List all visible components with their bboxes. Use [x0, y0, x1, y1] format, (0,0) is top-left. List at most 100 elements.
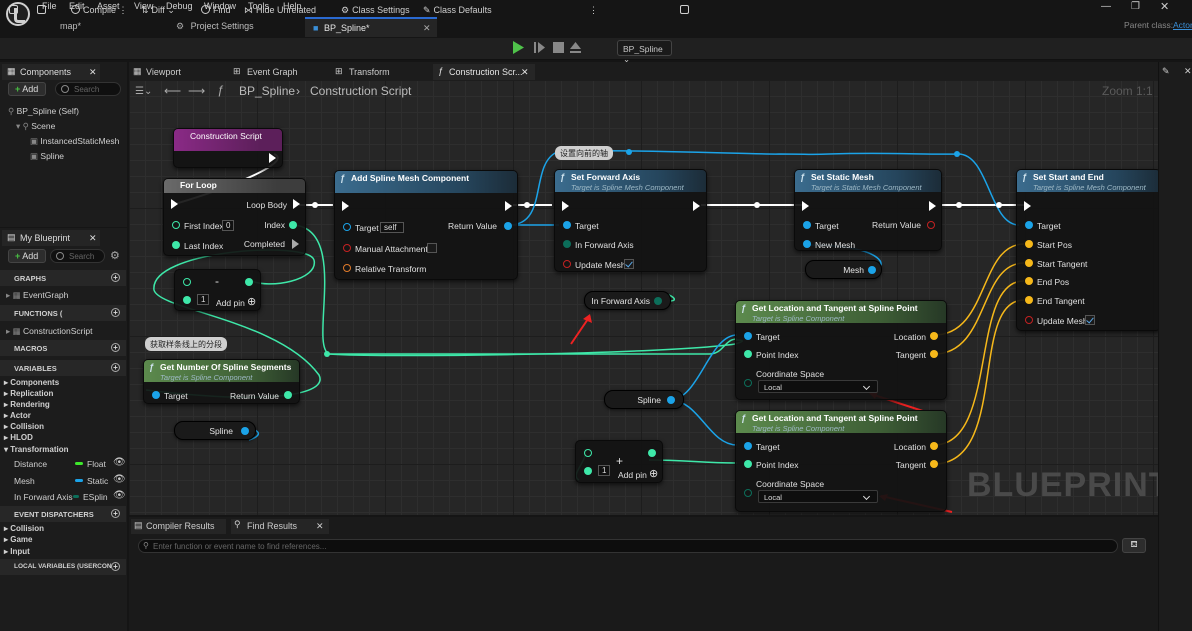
- var-node-mesh[interactable]: Mesh: [805, 260, 882, 279]
- breadcrumb-root[interactable]: BP_Spline: [239, 84, 295, 98]
- add-local-variable-icon[interactable]: +: [111, 562, 120, 571]
- loop-body-pin[interactable]: [293, 199, 300, 209]
- section-graphs[interactable]: GRAPHS +: [0, 270, 126, 286]
- tree-item-self[interactable]: ⚲ BP_Spline (Self): [8, 106, 79, 117]
- comment-get-segments[interactable]: 获取样条线上的分段: [145, 337, 227, 351]
- details-close-icon[interactable]: ✕: [1184, 66, 1192, 77]
- back-arrow-icon[interactable]: ⟵: [164, 84, 181, 98]
- node-add-2[interactable]: + 1 Add pin ⊕: [575, 440, 663, 483]
- in-forward-axis-out-pin[interactable]: [654, 297, 662, 305]
- tree-item-spline[interactable]: ▣ Spline: [30, 151, 64, 162]
- add-a-pin[interactable]: [183, 278, 191, 286]
- add-graph-icon[interactable]: +: [111, 273, 120, 282]
- details-pencil-icon[interactable]: ✎: [1162, 66, 1170, 77]
- eject-icon[interactable]: [568, 40, 583, 55]
- spline-out-pin[interactable]: [667, 396, 675, 404]
- location-pin[interactable]: [930, 332, 938, 340]
- add-out-pin[interactable]: [245, 278, 253, 286]
- add-b-pin[interactable]: [584, 467, 592, 475]
- tab-my-blueprint[interactable]: ▤ My Blueprint ✕: [2, 230, 100, 246]
- exec-out-pin[interactable]: [693, 201, 700, 211]
- dispatcher-category-game[interactable]: ▸ Game: [4, 535, 32, 544]
- tab-bp-spline[interactable]: ■ BP_Spline* ✕: [305, 17, 437, 37]
- graph-item-event-graph[interactable]: ▸ ▦ EventGraph: [6, 290, 68, 301]
- point-index-pin[interactable]: [744, 350, 752, 358]
- end-tangent-pin[interactable]: [1025, 296, 1033, 304]
- restore-icon[interactable]: ❐: [1131, 1, 1140, 12]
- tangent-pin[interactable]: [930, 460, 938, 468]
- target-pin[interactable]: [744, 442, 752, 450]
- last-index-pin[interactable]: [172, 241, 180, 249]
- find-references-input[interactable]: ⚲ Enter function or event name to find re…: [138, 539, 1118, 553]
- debug-object-select[interactable]: BP_Spline ⌄: [617, 40, 672, 64]
- target-pin[interactable]: [343, 223, 351, 231]
- spline-out-pin[interactable]: [241, 427, 249, 435]
- add-out-pin[interactable]: [648, 449, 656, 457]
- tab-map[interactable]: map*: [40, 17, 160, 37]
- tab-transform[interactable]: ⊞ Transform: [333, 64, 423, 80]
- add-variable-icon[interactable]: +: [111, 363, 120, 372]
- diff-button[interactable]: ⇅ Diff ⌄: [141, 5, 175, 16]
- add-member-button[interactable]: + Add: [8, 249, 46, 263]
- tab-compiler-results[interactable]: ▤ Compiler Results: [131, 519, 226, 534]
- target-pin[interactable]: [803, 221, 811, 229]
- exec-in-pin[interactable]: [1024, 201, 1031, 211]
- var-node-spline-1[interactable]: Spline: [174, 421, 256, 440]
- minimize-icon[interactable]: —: [1101, 1, 1111, 12]
- category-collision[interactable]: ▸ Collision: [4, 422, 44, 431]
- exec-out-pin[interactable]: [269, 153, 276, 163]
- manual-attachment-checkbox[interactable]: [427, 243, 437, 253]
- my-blueprint-search-input[interactable]: Search: [50, 249, 105, 263]
- tab-viewport[interactable]: ▦ Viewport: [131, 64, 221, 80]
- class-settings-button[interactable]: ⚙ Class Settings: [341, 5, 410, 16]
- tab-close-icon[interactable]: ✕: [423, 23, 431, 34]
- construction-tab-close-icon[interactable]: ✕: [521, 67, 529, 78]
- category-hlod[interactable]: ▸ HLOD: [4, 433, 33, 442]
- add-b-value[interactable]: 1: [598, 465, 611, 476]
- hide-unrelated-button[interactable]: ⋈ Hide Unrelated: [244, 5, 316, 16]
- close-window-icon[interactable]: ✕: [1160, 0, 1169, 13]
- my-blueprint-close-icon[interactable]: ✕: [89, 233, 97, 244]
- manual-attachment-pin[interactable]: [343, 244, 351, 252]
- exec-in-pin[interactable]: [562, 201, 569, 211]
- add-pin-icon[interactable]: ⊕: [649, 467, 658, 480]
- add-component-button[interactable]: + Add: [8, 82, 46, 96]
- first-index-pin[interactable]: [172, 221, 180, 229]
- tab-project-settings[interactable]: ⚙ Project Settings: [168, 17, 298, 37]
- exec-in-pin[interactable]: [802, 201, 809, 211]
- category-actor[interactable]: ▸ Actor: [4, 411, 31, 420]
- tree-item-scene[interactable]: ▾ ⚲ Scene: [16, 121, 55, 132]
- coord-space-pin[interactable]: [744, 379, 752, 387]
- start-tangent-pin[interactable]: [1025, 259, 1033, 267]
- tab-construction-script[interactable]: ƒ Construction Scr... ✕: [433, 64, 535, 80]
- location-pin[interactable]: [930, 442, 938, 450]
- graph-menu-icon[interactable]: ☰⌄: [135, 86, 152, 97]
- return-value-pin[interactable]: [284, 391, 292, 399]
- update-mesh-checkbox[interactable]: [1085, 315, 1095, 325]
- update-mesh-checkbox[interactable]: [624, 259, 634, 269]
- play-options-icon[interactable]: ⋮: [589, 5, 598, 16]
- blueprint-graph[interactable]: ☰⌄ ⟵ ⟶ ƒ BP_Spline › Construction Script…: [129, 80, 1158, 515]
- tangent-pin[interactable]: [930, 350, 938, 358]
- visibility-eye-icon[interactable]: 👁: [113, 490, 126, 501]
- category-components[interactable]: ▸ Components: [4, 378, 59, 387]
- variable-mesh[interactable]: Mesh: [14, 476, 35, 486]
- tab-event-graph[interactable]: ⊞ Event Graph: [231, 64, 321, 80]
- tab-components[interactable]: ▦ Components ✕: [2, 64, 100, 80]
- debug-filter-icon[interactable]: [680, 5, 692, 15]
- dispatcher-category-input[interactable]: ▸ Input: [4, 547, 30, 556]
- return-value-pin[interactable]: [504, 222, 512, 230]
- index-pin[interactable]: [289, 221, 297, 229]
- exec-in-pin[interactable]: [342, 201, 349, 211]
- find-in-all-blueprints-icon[interactable]: ⛾: [1122, 538, 1146, 553]
- variable-distance[interactable]: Distance: [14, 459, 47, 469]
- target-pin[interactable]: [744, 332, 752, 340]
- dispatcher-category-collision[interactable]: ▸ Collision: [4, 524, 44, 533]
- node-set-start-end[interactable]: ƒ Set Start and End Target is Spline Mesh …: [1016, 169, 1158, 331]
- return-value-pin[interactable]: [927, 221, 935, 229]
- section-event-dispatchers[interactable]: EVENT DISPATCHERS +: [0, 506, 126, 522]
- class-defaults-button[interactable]: ✎ Class Defaults: [423, 5, 492, 16]
- target-pin[interactable]: [1025, 221, 1033, 229]
- update-mesh-pin[interactable]: [563, 260, 571, 268]
- components-close-icon[interactable]: ✕: [89, 67, 97, 78]
